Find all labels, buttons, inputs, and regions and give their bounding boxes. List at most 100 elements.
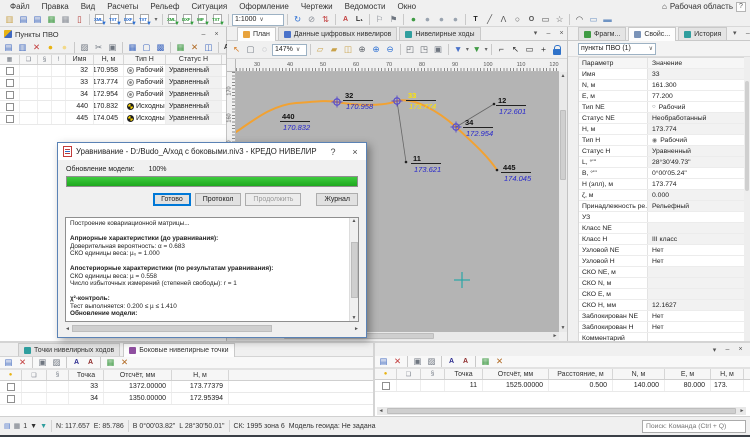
- flag-outline-icon[interactable]: ⚐: [373, 14, 386, 26]
- property-row[interactable]: Тип Н◉Рабочий: [579, 135, 744, 146]
- log-hscrollbar[interactable]: ◄ ►: [65, 324, 359, 333]
- paste-icon[interactable]: ▨: [50, 357, 63, 369]
- workspace-label[interactable]: Рабочая область: [670, 2, 733, 11]
- scroll-left-icon[interactable]: ◄: [377, 407, 385, 415]
- property-row[interactable]: Принадлежность ре...Рельефный: [579, 201, 744, 212]
- find-icon[interactable]: А: [70, 357, 83, 369]
- heights-label-icon[interactable]: L₁: [353, 14, 366, 26]
- property-row[interactable]: Статус NEНеобработанный: [579, 113, 744, 124]
- log-vscrollbar[interactable]: ▲ ▼: [349, 218, 358, 321]
- scroll-right-icon[interactable]: ►: [354, 326, 359, 332]
- property-row[interactable]: СКО NE, м: [579, 267, 744, 278]
- circle-tool-icon[interactable]: O: [525, 14, 538, 26]
- table-icon[interactable]: ▦: [479, 356, 492, 368]
- frame-snap-icon[interactable]: ▭: [523, 44, 536, 56]
- point-names-icon[interactable]: A: [339, 14, 352, 26]
- pan-realtime-icon[interactable]: ▰: [328, 44, 341, 56]
- level-staff-icon[interactable]: ▯: [73, 14, 86, 26]
- polyline-tool-icon[interactable]: Λ: [497, 14, 510, 26]
- table-row[interactable]: 331372.00000173.77379: [0, 381, 373, 393]
- copy-icon[interactable]: ▣: [36, 357, 49, 369]
- property-row[interactable]: Класс НIII класс: [579, 234, 744, 245]
- import-dxf-icon[interactable]: DXF▼: [123, 14, 137, 26]
- add-row-icon[interactable]: ▤: [2, 357, 15, 369]
- workspace-switch[interactable]: ⌂ Рабочая область ?: [662, 2, 750, 12]
- dropdown-chevron-icon[interactable]: ▾: [153, 16, 159, 23]
- export-txt-icon[interactable]: TXT▼: [211, 14, 225, 26]
- close-button[interactable]: ×: [556, 28, 567, 38]
- menu-item[interactable]: Оформление: [233, 2, 295, 11]
- protocol-button[interactable]: Протокол: [195, 193, 242, 206]
- plan-tab[interactable]: Нивелирные ходы: [399, 27, 480, 40]
- copy-icon[interactable]: ▣: [106, 41, 119, 53]
- scroll-right-icon[interactable]: ►: [551, 332, 559, 340]
- print-preview-icon[interactable]: ▦: [45, 14, 58, 26]
- zoom-select[interactable]: 147%∨: [272, 44, 307, 56]
- scroll-thumb[interactable]: [72, 325, 272, 332]
- disable-icon[interactable]: ⊘: [305, 14, 318, 26]
- measurements-hscrollbar[interactable]: ◄ ►: [377, 407, 746, 415]
- delete-row-icon[interactable]: ✕: [391, 356, 404, 368]
- table-row[interactable]: 32170.958РабочийУравненный: [0, 65, 226, 77]
- table-row[interactable]: 34172.954РабочийУравненный: [0, 89, 226, 101]
- property-row[interactable]: СКО E, м: [579, 289, 744, 300]
- import-niv-icon[interactable]: TXT▼: [138, 14, 152, 26]
- cursor-snap-icon[interactable]: ↖: [509, 44, 522, 56]
- print-status-icon[interactable]: ▤: [4, 422, 11, 430]
- panel-menu-icon[interactable]: ▾: [530, 28, 541, 38]
- plan-tab[interactable]: План: [237, 27, 276, 41]
- export-mif-icon[interactable]: MIF▼: [196, 14, 210, 26]
- row-checkbox[interactable]: [6, 67, 14, 75]
- minimize-button[interactable]: –: [742, 28, 750, 38]
- property-row[interactable]: E, м77.200: [579, 91, 744, 102]
- property-row[interactable]: Узловой ННет: [579, 256, 744, 267]
- find-filter-icon[interactable]: А: [84, 357, 97, 369]
- property-row[interactable]: Заблокирован ННет: [579, 322, 744, 333]
- zoom-out-icon[interactable]: ⊖: [384, 44, 397, 56]
- pan-window-icon[interactable]: ◫: [342, 44, 355, 56]
- table-row[interactable]: 111525.000000.500140.00080.000173.: [375, 380, 750, 392]
- delete-row-icon[interactable]: ✕: [16, 357, 29, 369]
- dropdown-chevron-icon[interactable]: ▾: [484, 46, 488, 53]
- row-checkbox[interactable]: [7, 383, 15, 391]
- property-row[interactable]: Тип NE○Рабочий: [579, 102, 744, 113]
- ellipse-tool-icon[interactable]: ○: [511, 14, 524, 26]
- adjustment-log[interactable]: Построение ковариационной матрицы... Апр…: [65, 217, 359, 322]
- center-snap-icon[interactable]: +: [537, 44, 550, 56]
- close-button[interactable]: ×: [211, 29, 222, 39]
- menu-item[interactable]: Рельеф: [144, 2, 185, 11]
- polygon-tool-icon[interactable]: ☆: [553, 14, 566, 26]
- menu-item[interactable]: Ситуация: [185, 2, 233, 11]
- menu-item[interactable]: Ведомости: [339, 2, 392, 11]
- dialog-titlebar[interactable]: Уравнивание - D:/Budo_A/ход с боковыми.n…: [58, 143, 366, 160]
- invert-select-icon[interactable]: ▩: [154, 41, 167, 53]
- dialog-close-button[interactable]: ×: [346, 144, 364, 159]
- table-icon[interactable]: ▦: [174, 41, 187, 53]
- select-none-icon[interactable]: ▢: [140, 41, 153, 53]
- columns-icon[interactable]: ◫: [202, 41, 215, 53]
- scroll-down-icon[interactable]: ▼: [559, 324, 567, 332]
- menu-item[interactable]: Чертежи: [295, 2, 339, 11]
- command-search-input[interactable]: [642, 420, 746, 433]
- cut-icon[interactable]: ✂: [92, 41, 105, 53]
- raster-tool-icon[interactable]: ▬: [601, 14, 614, 26]
- minimize-button[interactable]: –: [198, 29, 209, 39]
- dialog-help-button[interactable]: ?: [324, 144, 342, 159]
- lasso-select-icon[interactable]: ◌: [258, 44, 271, 56]
- row-checkbox[interactable]: [7, 395, 15, 403]
- add-point-icon[interactable]: ▤: [2, 41, 15, 53]
- zoom-window-icon[interactable]: ◰: [404, 44, 417, 56]
- scroll-up-icon[interactable]: ▲: [352, 218, 357, 224]
- table-icon[interactable]: ▦: [104, 357, 117, 369]
- table-row[interactable]: 341350.00000172.95394: [0, 393, 373, 405]
- delete-point-icon[interactable]: ✕: [30, 41, 43, 53]
- copy-icon[interactable]: ▣: [411, 356, 424, 368]
- rect-select-icon[interactable]: ▢: [244, 44, 257, 56]
- zoom-cursor-icon[interactable]: ⊕: [356, 44, 369, 56]
- export-xml-icon[interactable]: XML▼: [166, 14, 180, 26]
- find-filter-icon[interactable]: А: [459, 356, 472, 368]
- table-row[interactable]: 440170.832ИсходныйУравненный: [0, 101, 226, 113]
- arc-tool-icon[interactable]: ◠: [573, 14, 586, 26]
- bulb-dim-icon[interactable]: ●: [58, 41, 71, 53]
- object-selector[interactable]: пункты ПВО (1)∨: [578, 43, 656, 55]
